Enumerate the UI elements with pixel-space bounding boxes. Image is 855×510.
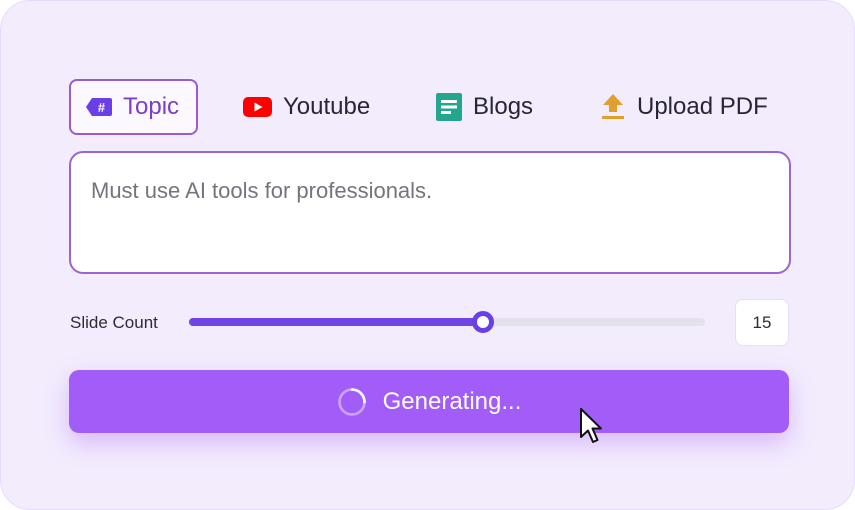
hashtag-tag-icon: # [86,97,112,117]
slide-count-slider[interactable] [189,311,705,333]
youtube-icon [243,97,272,117]
generate-button-label: Generating... [382,387,522,415]
tab-upload-pdf[interactable]: Upload PDF [600,79,768,135]
mouse-pointer-icon [579,407,603,452]
tab-blogs[interactable]: Blogs [436,79,533,135]
slider-fill [189,318,484,326]
tab-topic-label: Topic [123,93,180,120]
tab-blogs-label: Blogs [473,93,534,120]
slide-count-value[interactable]: 15 [735,299,789,346]
tab-topic[interactable]: # Topic [69,79,199,135]
tab-upload-pdf-label: Upload PDF [637,93,768,120]
tab-youtube[interactable]: Youtube [243,79,370,135]
slider-thumb[interactable] [472,311,495,333]
svg-text:#: # [98,100,106,115]
upload-icon [600,93,626,121]
document-icon [436,93,462,121]
generator-card: # Topic Youtube Blogs Upload PDF Must us… [0,0,855,510]
topic-input[interactable] [69,151,791,274]
loading-spinner-icon [337,387,367,417]
generate-button[interactable]: Generating... [69,370,789,433]
tab-youtube-label: Youtube [283,93,371,120]
source-tabs: # Topic Youtube Blogs Upload PDF [69,79,789,135]
slide-count-label: Slide Count [70,313,158,332]
